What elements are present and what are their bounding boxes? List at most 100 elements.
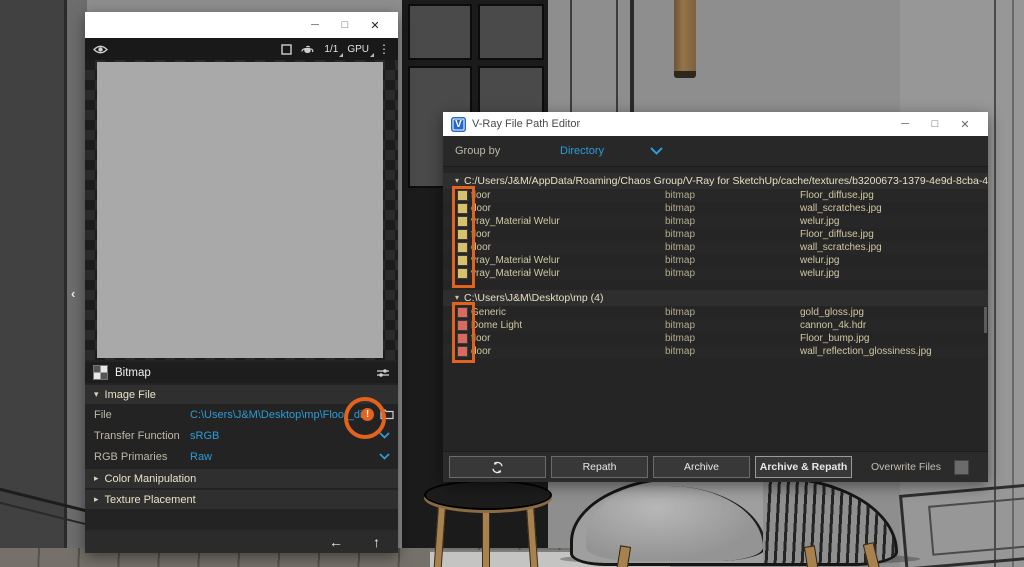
minimize-button[interactable]: ─ <box>300 19 330 31</box>
close-button[interactable]: ✕ <box>950 118 980 131</box>
asset-type: bitmap <box>665 254 800 267</box>
asset-filename: Floor_diffuse.jpg <box>800 189 988 202</box>
render-engine-selector[interactable]: GPU <box>347 44 369 55</box>
door-edge <box>64 0 87 567</box>
asset-name: floor <box>471 332 665 345</box>
editor-title: V-Ray File Path Editor <box>472 118 890 130</box>
asset-name: floor <box>471 228 665 241</box>
refresh-button[interactable] <box>449 456 546 478</box>
archive-button[interactable]: Archive <box>653 456 750 478</box>
overwrite-files-checkbox[interactable] <box>954 460 969 475</box>
archive-repath-button[interactable]: Archive & Repath <box>755 456 852 478</box>
panel-empty-area <box>85 509 398 530</box>
asset-name: floor <box>471 189 665 202</box>
table-row[interactable]: doorbitmapwall_scratches.jpg <box>443 202 988 215</box>
table-row[interactable]: vray_Materiał Welurbitmapwelur.jpg <box>443 254 988 267</box>
wall-molding-line <box>1012 0 1014 567</box>
asset-filename: welur.jpg <box>800 254 988 267</box>
file-label: File <box>94 409 190 421</box>
chevron-down-icon[interactable] <box>379 453 390 460</box>
collapse-panel-chevron[interactable]: ‹ <box>71 286 75 301</box>
wall-seam <box>570 0 572 112</box>
texture-preview-image[interactable] <box>97 62 383 358</box>
table-row[interactable]: doorbitmapwall_scratches.jpg <box>443 241 988 254</box>
back-arrow-button[interactable]: ← <box>329 534 343 550</box>
rgb-primaries-row: RGB Primaries Raw <box>85 446 398 467</box>
repath-button[interactable]: Repath <box>551 456 648 478</box>
asset-name: vray_Materiał Welur <box>471 267 665 280</box>
asset-name: door <box>471 345 665 358</box>
asset-type: bitmap <box>665 228 800 241</box>
panel-footer: ← ↑ <box>85 530 398 553</box>
pendant-lamp <box>674 0 696 78</box>
file-row: File C:\Users\J&M\Desktop\mp\Floor_diffu… <box>85 404 398 425</box>
group-by-row: Group by Directory <box>443 136 988 167</box>
group-gap <box>443 280 988 290</box>
wall-seam <box>616 0 618 112</box>
texture-preview-area <box>85 60 398 360</box>
asset-filename: Floor_diffuse.jpg <box>800 228 988 241</box>
armchair <box>570 476 892 567</box>
file-path-link[interactable]: C:\Users\J&M\Desktop\mp\Floor_diffus... <box>190 409 362 421</box>
section-texture-placement[interactable]: ▸ Texture Placement <box>85 490 398 509</box>
bitmap-icon <box>93 365 108 380</box>
pendant-lamp-cap <box>674 71 696 78</box>
asset-type: bitmap <box>665 345 800 358</box>
table-row[interactable]: vray_Materiał Welurbitmapwelur.jpg <box>443 267 988 280</box>
bitmap-header: Bitmap <box>85 362 398 383</box>
chevron-down-icon[interactable] <box>650 147 663 155</box>
asset-filename: welur.jpg <box>800 215 988 228</box>
eye-icon[interactable] <box>93 44 108 55</box>
editor-titlebar[interactable]: V V-Ray File Path Editor ─ □ ✕ <box>443 112 988 136</box>
transfer-function-label: Transfer Function <box>94 430 190 442</box>
asset-filename: cannon_4k.hdr <box>800 319 988 332</box>
table-row[interactable]: floorbitmapFloor_diffuse.jpg <box>443 189 988 202</box>
table-row[interactable]: floorbitmapFloor_diffuse.jpg <box>443 228 988 241</box>
section-color-manipulation[interactable]: ▸ Color Manipulation <box>85 469 398 488</box>
directory-group-header[interactable]: ▾C:/Users/J&M/AppData/Roaming/Chaos Grou… <box>443 173 988 189</box>
asset-name: vray_Materiał Welur <box>471 254 665 267</box>
annotation-rect-group1 <box>452 186 475 288</box>
annotation-rect-group2 <box>452 302 475 363</box>
asset-filename: wall_scratches.jpg <box>800 202 988 215</box>
table-row[interactable]: Dome Lightbitmapcannon_4k.hdr <box>443 319 988 332</box>
rgb-primaries-label: RGB Primaries <box>94 451 190 463</box>
file-path-editor-window: V V-Ray File Path Editor ─ □ ✕ Group by … <box>443 112 988 482</box>
asset-name: door <box>471 202 665 215</box>
close-button[interactable]: ✕ <box>360 19 390 32</box>
asset-filename: Floor_bump.jpg <box>800 332 988 345</box>
directory-group-header[interactable]: ▾C:\Users\J&M\Desktop\mp (4) <box>443 290 988 306</box>
side-table-top <box>424 480 552 510</box>
maximize-button[interactable]: □ <box>330 19 360 31</box>
section-label: Image File <box>105 389 156 401</box>
rgb-primaries-value[interactable]: Raw <box>190 451 362 463</box>
asset-type: bitmap <box>665 306 800 319</box>
settings-sliders-icon[interactable] <box>376 367 390 379</box>
directory-path: C:\Users\J&M\Desktop\mp (4) <box>464 290 603 306</box>
triangle-right-icon: ▸ <box>94 494 99 505</box>
teapot-icon[interactable] <box>301 44 315 55</box>
up-arrow-button[interactable]: ↑ <box>373 534 380 550</box>
kebab-menu-icon[interactable]: ⋮ <box>378 42 390 56</box>
minimize-button[interactable]: ─ <box>890 118 920 130</box>
group-by-dropdown[interactable]: Directory <box>560 145 650 157</box>
table-row[interactable]: doorbitmapwall_reflection_glossiness.jpg <box>443 345 988 358</box>
section-label: Color Manipulation <box>105 473 197 485</box>
asset-filename: wall_reflection_glossiness.jpg <box>800 345 988 358</box>
transfer-function-value[interactable]: sRGB <box>190 430 362 442</box>
table-leg <box>482 504 490 567</box>
preview-scale-selector[interactable]: 1/1 <box>324 44 338 55</box>
chevron-down-icon[interactable] <box>379 432 390 439</box>
asset-type: bitmap <box>665 267 800 280</box>
triangle-down-icon: ▾ <box>94 389 99 400</box>
table-row[interactable]: Genericbitmapgold_gloss.jpg <box>443 306 988 319</box>
table-row[interactable]: vray_Materiał Welurbitmapwelur.jpg <box>443 215 988 228</box>
glass-pane <box>478 4 544 60</box>
maximize-button[interactable]: □ <box>920 118 950 130</box>
preview-window-titlebar[interactable]: ─ □ ✕ <box>85 12 398 38</box>
render-region-icon[interactable] <box>281 44 292 55</box>
asset-name: vray_Materiał Welur <box>471 215 665 228</box>
table-row[interactable]: floorbitmapFloor_bump.jpg <box>443 332 988 345</box>
wall-molding-line <box>994 0 996 567</box>
scrollbar[interactable] <box>984 307 987 333</box>
